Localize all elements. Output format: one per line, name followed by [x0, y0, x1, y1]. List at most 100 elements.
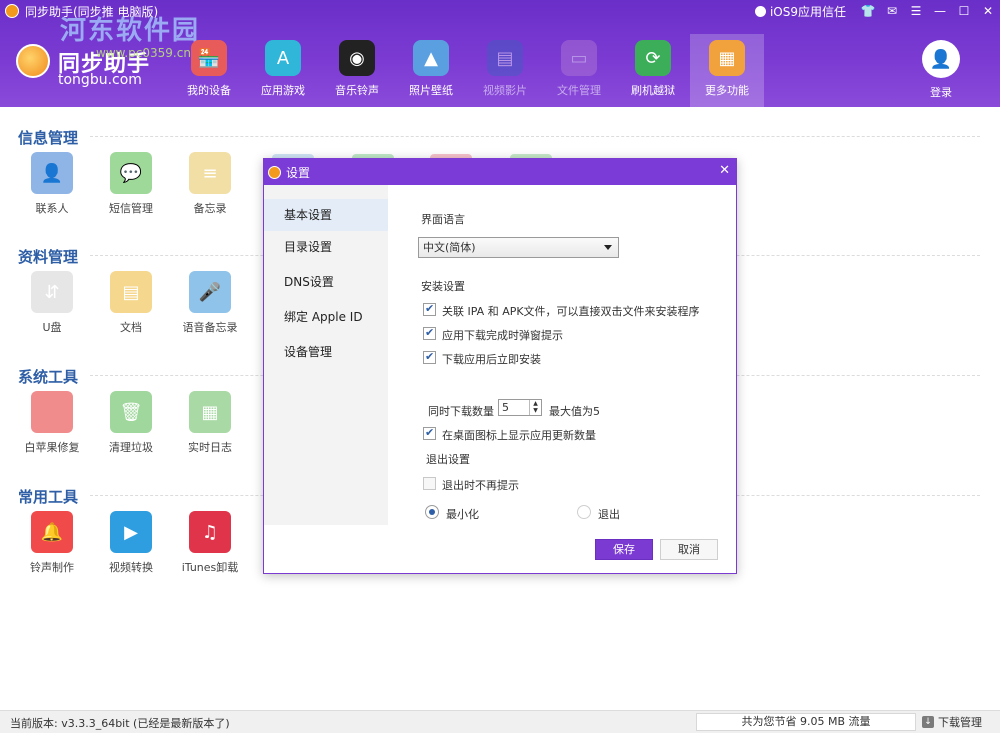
tab-dns-settings[interactable]: DNS设置: [264, 266, 388, 298]
quit-radio[interactable]: [577, 505, 591, 519]
tool-item[interactable]: 🔔 铃声制作: [12, 511, 92, 575]
nav-item-0[interactable]: 🏪 我的设备: [172, 34, 246, 107]
exit-no-prompt-label: 退出时不再提示: [442, 479, 519, 492]
max-downloads-label: 最大值为5: [549, 405, 600, 418]
tab-bind-apple-id[interactable]: 绑定 Apple ID: [264, 301, 388, 333]
tool-label: 铃声制作: [30, 561, 74, 574]
tool-item[interactable]: ⇵ U盘: [12, 271, 92, 335]
dialog-footer: 保存 取消: [264, 525, 736, 573]
nav-item-2[interactable]: ◉ 音乐铃声: [320, 34, 394, 107]
login-button[interactable]: 👤 登录: [920, 40, 962, 100]
save-button[interactable]: 保存: [595, 539, 653, 560]
tool-item[interactable]: 👤 联系人: [12, 152, 92, 216]
tool-item[interactable]: 🎤 语音备忘录: [170, 271, 250, 335]
itunes-icon: ♫: [189, 511, 231, 553]
cancel-button[interactable]: 取消: [660, 539, 718, 560]
grid-icon: ▦: [709, 40, 745, 76]
language-label: 界面语言: [421, 213, 465, 226]
tool-label: 文档: [120, 321, 142, 334]
message-icon[interactable]: ✉: [880, 1, 904, 21]
concurrent-downloads-stepper[interactable]: 5 ▲ ▼: [498, 399, 542, 416]
nav-item-3[interactable]: ▲ 照片壁纸: [394, 34, 468, 107]
tool-item[interactable]: 白苹果修复: [12, 391, 92, 455]
minimize-icon[interactable]: —: [928, 1, 952, 21]
tool-label: 语音备忘录: [182, 321, 238, 334]
download-manager-button[interactable]: ↓ 下载管理: [922, 714, 982, 730]
trash-icon: 🗑: [110, 391, 152, 433]
nav-item-7[interactable]: ▦ 更多功能: [690, 34, 764, 107]
associate-files-checkbox[interactable]: [423, 302, 436, 316]
nav-label: 音乐铃声: [335, 84, 379, 97]
minimize-radio[interactable]: [425, 505, 439, 519]
lightbulb-icon: [754, 5, 766, 17]
vinyl-icon: ◉: [339, 40, 375, 76]
nav-item-4[interactable]: ▤ 视频影片: [468, 34, 542, 107]
tool-label: 联系人: [35, 202, 69, 215]
settings-body: 界面语言 中文(简体) 安装设置 关联 IPA 和 APK文件，可以直接双击文件…: [388, 185, 736, 525]
nav-label: 照片壁纸: [409, 84, 453, 97]
stepper-up-icon[interactable]: ▲: [530, 400, 541, 407]
tool-item[interactable]: 🗑 清理垃圾: [91, 391, 171, 455]
tab-directory-settings[interactable]: 目录设置: [264, 231, 388, 263]
exit-settings-label: 退出设置: [426, 453, 470, 466]
stepper-buttons: ▲ ▼: [529, 400, 541, 415]
ios9-trust-label: iOS9应用信任: [769, 4, 846, 19]
chevron-down-icon: [604, 245, 612, 250]
tool-item[interactable]: ≡ 备忘录: [170, 152, 250, 216]
nav-label: 我的设备: [187, 84, 231, 97]
settings-dialog: 设置 ✕ 基本设置 目录设置 DNS设置 绑定 Apple ID 设备管理 界面…: [263, 158, 737, 574]
download-popup-checkbox[interactable]: [423, 326, 436, 340]
stepper-down-icon[interactable]: ▼: [530, 407, 541, 414]
nav-item-1[interactable]: A 应用游戏: [246, 34, 320, 107]
app-logo-icon: [5, 4, 19, 18]
user-icon: 👤: [922, 40, 960, 78]
section-title: 资料管理: [18, 248, 79, 266]
bell-icon: 🔔: [31, 511, 73, 553]
install-after-download-label: 下载应用后立即安装: [442, 353, 541, 366]
main-nav: 🏪 我的设备 A 应用游戏 ◉ 音乐铃声 ▲ 照片壁纸 ▤ 视频影片 ▭ 文件管理 ⟳ 刷机越狱 ▦ 更多功能: [172, 34, 764, 107]
nav-item-6[interactable]: ⟳ 刷机越狱: [616, 34, 690, 107]
microphone-icon: 🎤: [189, 271, 231, 313]
tool-item[interactable]: 💬 短信管理: [91, 152, 171, 216]
app-header: 同步助手(同步推 电脑版) iOS9应用信任 👕 ✉ ☰ — ☐ ✕ 同步助手 …: [0, 0, 1000, 107]
notes-icon: ≡: [189, 152, 231, 194]
section-title: 常用工具: [18, 488, 79, 506]
badge-count-label: 在桌面图标上显示应用更新数量: [442, 429, 596, 442]
tool-item[interactable]: ▶ 视频转换: [91, 511, 171, 575]
dialog-title: 设置: [286, 165, 311, 180]
tool-item[interactable]: ▦ 实时日志: [170, 391, 250, 455]
nav-label: 视频影片: [483, 84, 527, 97]
close-icon[interactable]: ✕: [976, 1, 1000, 21]
tool-label: 视频转换: [109, 561, 153, 574]
tool-label: U盘: [42, 321, 62, 334]
maximize-icon[interactable]: ☐: [952, 1, 976, 21]
tool-label: 备忘录: [193, 202, 227, 215]
tool-label: iTunes卸载: [181, 561, 239, 574]
tool-item[interactable]: ♫ iTunes卸载: [170, 511, 250, 575]
dialog-close-icon[interactable]: ✕: [719, 163, 730, 178]
download-icon: ↓: [922, 716, 934, 728]
settings-sidebar: 基本设置 目录设置 DNS设置 绑定 Apple ID 设备管理: [264, 185, 388, 525]
menu-icon[interactable]: ☰: [904, 1, 928, 21]
badge-count-checkbox[interactable]: [423, 426, 436, 440]
app-logo-icon: [268, 165, 281, 179]
ios9-trust-link[interactable]: iOS9应用信任: [754, 3, 846, 20]
nav-item-5[interactable]: ▭ 文件管理: [542, 34, 616, 107]
download-popup-label: 应用下载完成时弹窗提示: [442, 329, 563, 342]
brand-url: tongbu.com: [58, 72, 142, 88]
tab-basic-settings[interactable]: 基本设置: [264, 199, 388, 231]
concurrent-downloads-label: 同时下载数量: [428, 405, 494, 418]
language-select[interactable]: 中文(简体): [418, 237, 619, 258]
skin-icon[interactable]: 👕: [856, 1, 880, 21]
tool-label: 白苹果修复: [24, 441, 80, 454]
photo-icon: ▲: [413, 40, 449, 76]
install-after-download-checkbox[interactable]: [423, 350, 436, 364]
brand-mark-icon: [16, 44, 50, 78]
exit-no-prompt-checkbox[interactable]: [423, 477, 436, 490]
document-icon: ▤: [110, 271, 152, 313]
tool-item[interactable]: ▤ 文档: [91, 271, 171, 335]
apple-icon: [31, 391, 73, 433]
minimize-label: 最小化: [446, 508, 479, 521]
tab-device-management[interactable]: 设备管理: [264, 336, 388, 368]
dialog-title-bar: 设置 ✕: [264, 159, 736, 185]
